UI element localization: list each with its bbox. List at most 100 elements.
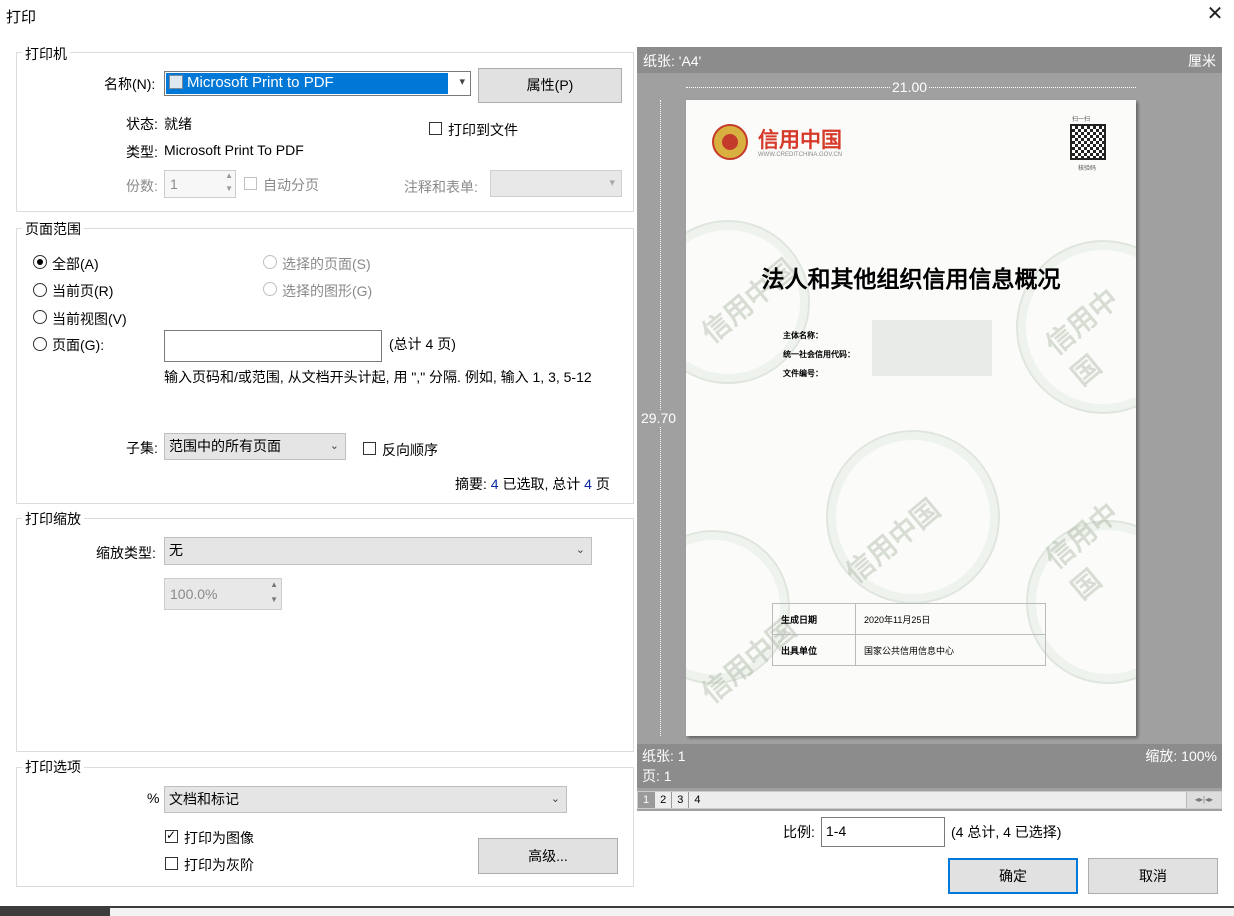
print-grayscale-checkbox[interactable] [165, 857, 178, 870]
background-window [110, 908, 1234, 916]
scale-type-select[interactable]: 无 ⌄ [164, 537, 592, 565]
scaling-group-label: 打印缩放 [22, 509, 84, 529]
pages-total: (总计 4 页) [389, 336, 456, 352]
spin-down-icon[interactable]: ▼ [270, 595, 278, 604]
width-dim: 21.00 [890, 79, 930, 95]
summary-total: 4 [584, 476, 592, 492]
status-label: 状态: [126, 116, 158, 132]
reverse-checkbox[interactable] [363, 442, 376, 455]
sheets-count: 纸张: 1 [642, 748, 686, 764]
range-current-view-radio[interactable] [33, 310, 47, 324]
info-table: 生成日期 2020年11月25日 出具单位 国家公共信用信息中心 [772, 603, 1046, 666]
preview-footer: 纸张: 1 页: 1 缩放: 100% [637, 744, 1222, 788]
print-to-file-label: 打印到文件 [448, 122, 518, 138]
printer-name-select[interactable]: Microsoft Print to PDF ▾ [164, 71, 471, 96]
chevron-down-icon: ⌄ [550, 793, 560, 805]
content-value: 文档和标记 [169, 791, 239, 807]
range-selected-pages-label: 选择的页面(S) [282, 256, 371, 272]
close-icon[interactable]: ✕ [1205, 4, 1225, 24]
printer-icon [169, 75, 183, 89]
range-all-radio[interactable] [33, 255, 47, 269]
print-grayscale-label: 打印为灰阶 [184, 857, 254, 873]
scale-percent-value: 100.0% [170, 586, 218, 602]
printer-name-label: 名称(N): [104, 76, 156, 92]
ok-button[interactable]: 确定 [948, 858, 1078, 894]
spin-up-icon[interactable]: ▲ [225, 171, 233, 180]
range-pages-radio[interactable] [33, 337, 47, 351]
chevron-down-icon: ⌄ [329, 440, 339, 452]
print-as-image-checkbox[interactable]: ✓ [165, 828, 178, 843]
page-tab[interactable]: 2 [655, 792, 673, 808]
print-as-image-label: 打印为图像 [184, 830, 254, 846]
range-selected-pages-radio[interactable] [263, 255, 277, 269]
chevron-down-icon: ▾ [459, 76, 465, 88]
collate-checkbox[interactable] [244, 177, 257, 190]
unit-label: 厘米 [1188, 53, 1216, 69]
field-file-number: 文件编号： [783, 369, 823, 378]
pages-count: 页: 1 [642, 768, 672, 784]
document-title: 法人和其他组织信用信息概况 [761, 266, 1061, 292]
subset-label: 子集: [126, 440, 158, 456]
range-current-page-label: 当前页(R) [52, 283, 114, 299]
checkmark-icon: ✓ [166, 828, 177, 842]
page-tab[interactable]: 1 [638, 792, 656, 808]
printer-name-value: Microsoft Print to PDF [187, 74, 334, 91]
range-selected-graphic-label: 选择的图形(G) [282, 283, 373, 299]
field-entity-name: 主体名称： [783, 331, 823, 340]
ratio-input[interactable]: 1-4 [821, 817, 945, 847]
table-cell: 国家公共信用信息中心 [855, 634, 1046, 666]
paper-size-label: 纸张: 'A4' [643, 53, 702, 69]
subset-value: 范围中的所有页面 [169, 438, 281, 454]
brand-name: 信用中国 [758, 129, 842, 152]
spin-down-icon[interactable]: ▼ [225, 184, 233, 193]
national-emblem-icon [712, 124, 748, 160]
subset-select[interactable]: 范围中的所有页面 ⌄ [164, 433, 346, 460]
printer-group-label: 打印机 [22, 44, 70, 64]
type-value: Microsoft Print To PDF [164, 142, 304, 158]
qr-top-label: 扫一扫 [1072, 117, 1091, 123]
reverse-label: 反向顺序 [382, 442, 438, 458]
table-cell: 出具单位 [772, 634, 856, 666]
comments-select[interactable]: ▾ [490, 170, 622, 197]
print-to-file-checkbox[interactable] [429, 122, 442, 135]
options-group-label: 打印选项 [22, 757, 84, 777]
cancel-button[interactable]: 取消 [1088, 858, 1218, 894]
copies-value: 1 [170, 176, 178, 192]
properties-button[interactable]: 属性(P) [478, 68, 622, 103]
comments-label: 注释和表单: [404, 179, 478, 195]
chevron-down-icon: ▾ [609, 177, 615, 189]
dialog-title: 打印 [6, 9, 37, 26]
range-group-label: 页面范围 [22, 219, 84, 239]
page-tab[interactable]: 3 [672, 792, 690, 808]
collate-label: 自动分页 [263, 177, 319, 193]
content-select[interactable]: 文档和标记 ⌄ [164, 786, 567, 813]
table-row: 出具单位 国家公共信用信息中心 [772, 634, 1046, 666]
zoom-label: 缩放: 100% [1145, 748, 1217, 764]
spin-up-icon[interactable]: ▲ [270, 580, 278, 589]
copies-stepper[interactable]: 1 ▲ ▼ [164, 170, 236, 198]
range-current-page-radio[interactable] [33, 283, 47, 297]
table-cell: 2020年11月25日 [855, 603, 1046, 635]
type-label: 类型: [126, 144, 158, 160]
summary-prefix: 摘要: [455, 476, 487, 492]
page-tab[interactable]: 4 [689, 792, 705, 808]
qr-bottom-label: 核验码 [1078, 166, 1097, 172]
summary: 摘要: 4 已选取, 总计 4 页 [455, 474, 610, 494]
table-cell: 生成日期 [772, 603, 856, 635]
scale-type-label: 缩放类型: [96, 545, 156, 561]
brand-url: WWW.CREDITCHINA.GOV.CN [758, 152, 843, 158]
scroll-arrows-icon[interactable]: ◂▸|◂▸ [1186, 792, 1221, 808]
scale-percent-stepper[interactable]: 100.0% ▲ ▼ [164, 578, 282, 610]
preview-page: 信用中国 信用中国 信用中国 信用中国 信用中国 信用中国 WWW.CREDIT… [686, 100, 1136, 736]
range-pages-label: 页面(G): [52, 337, 105, 353]
advanced-button[interactable]: 高级... [478, 838, 618, 874]
preview-header: 纸张: 'A4' 厘米 [637, 47, 1222, 73]
range-selected-graphic-radio[interactable] [263, 282, 277, 296]
scale-type-value: 无 [169, 542, 183, 558]
ratio-note: (4 总计, 4 已选择) [951, 824, 1062, 840]
pages-input[interactable] [164, 330, 382, 362]
field-credit-code: 统一社会信用代码： [783, 350, 855, 359]
chevron-down-icon: ⌄ [575, 544, 585, 556]
range-all-label: 全部(A) [52, 256, 99, 272]
summary-selected-text: 已选取, 总计 [502, 476, 581, 492]
